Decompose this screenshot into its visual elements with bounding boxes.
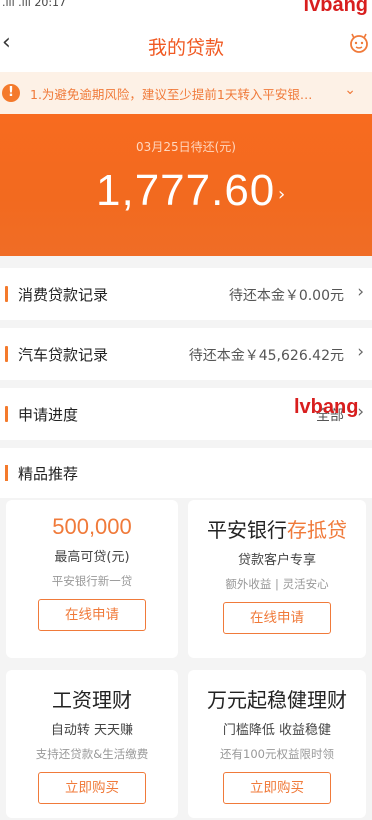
card-description: 还有100元权益限时领 — [220, 747, 334, 761]
buy-now-button[interactable]: 立即购买 — [38, 772, 146, 804]
due-amount: 1,777.60 — [96, 166, 276, 215]
car-loan-row[interactable]: 汽车贷款记录 待还本金￥45,626.42元 › — [0, 328, 372, 380]
watermark-logo: lvbang — [303, 0, 368, 16]
card-description: 额外收益 | 灵活安心 — [225, 577, 329, 591]
chevron-right-icon: › — [278, 184, 286, 205]
card-subtitle: 贷款客户专享 — [237, 553, 316, 568]
product-card-wealth[interactable]: 万元起稳健理财 门槛降低 收益稳健 还有100元权益限时领 立即购买 — [188, 670, 366, 818]
accent-bar — [5, 286, 8, 302]
chevron-right-icon: › — [357, 342, 364, 362]
face-service-icon[interactable] — [348, 32, 370, 54]
card-title: 平安银行存抵贷 — [207, 518, 347, 542]
buy-now-button[interactable]: 立即购买 — [223, 772, 331, 804]
product-card-salary[interactable]: 工资理财 自动转 天天赚 支持还贷款&生活缴费 立即购买 — [6, 670, 178, 818]
card-subtitle: 自动转 天天赚 — [50, 723, 134, 738]
recommend-header: 精品推荐 — [0, 448, 372, 498]
row-value: 待还本金￥45,626.42元 — [188, 348, 344, 364]
row-label: 申请进度 — [18, 406, 79, 424]
watermark-logo: lvbang — [294, 396, 359, 418]
card-subtitle: 门槛降低 收益稳健 — [222, 723, 332, 738]
card-description: 支持还贷款&生活缴费 — [35, 747, 149, 761]
chevron-right-icon: › — [357, 282, 364, 302]
notice-text: 1.为避免逾期风险，建议至少提前1天转入平安银… — [30, 87, 313, 102]
row-value: 待还本金￥0.00元 — [228, 288, 344, 304]
apply-online-button[interactable]: 在线申请 — [223, 602, 331, 634]
notice-banner[interactable]: ! 1.为避免逾期风险，建议至少提前1天转入平安银… ⌄ — [0, 72, 372, 114]
product-card-deposit-loan[interactable]: 平安银行存抵贷 贷款客户专享 额外收益 | 灵活安心 在线申请 — [188, 500, 366, 658]
card-subtitle: 最高可贷(元) — [54, 550, 130, 565]
chevron-down-icon[interactable]: ⌄ — [344, 82, 356, 98]
row-label: 消费贷款记录 — [18, 286, 109, 304]
accent-bar — [5, 346, 8, 362]
warning-icon: ! — [2, 84, 20, 102]
consumer-loan-row[interactable]: 消费贷款记录 待还本金￥0.00元 › — [0, 268, 372, 320]
accent-bar — [5, 406, 8, 422]
accent-bar — [5, 465, 8, 481]
card-description: 平安银行新一贷 — [51, 574, 133, 588]
header: ‹ 我的贷款 — [0, 18, 372, 72]
row-label: 汽车贷款记录 — [18, 346, 109, 364]
product-card-loan[interactable]: 500,000 最高可贷(元) 平安银行新一贷 在线申请 — [6, 500, 178, 658]
section-title: 精品推荐 — [18, 465, 79, 483]
page-title: 我的贷款 — [147, 37, 224, 59]
status-time: .ııl .ııl 20:17 — [2, 0, 67, 9]
repayment-summary[interactable]: 03月25日待还(元) 1,777.60 › — [0, 114, 372, 256]
due-date-label: 03月25日待还(元) — [136, 140, 236, 154]
card-title: 万元起稳健理财 — [207, 688, 347, 712]
card-title: 工资理财 — [52, 688, 132, 712]
apply-online-button[interactable]: 在线申请 — [38, 599, 146, 631]
card-title: 500,000 — [52, 514, 132, 539]
